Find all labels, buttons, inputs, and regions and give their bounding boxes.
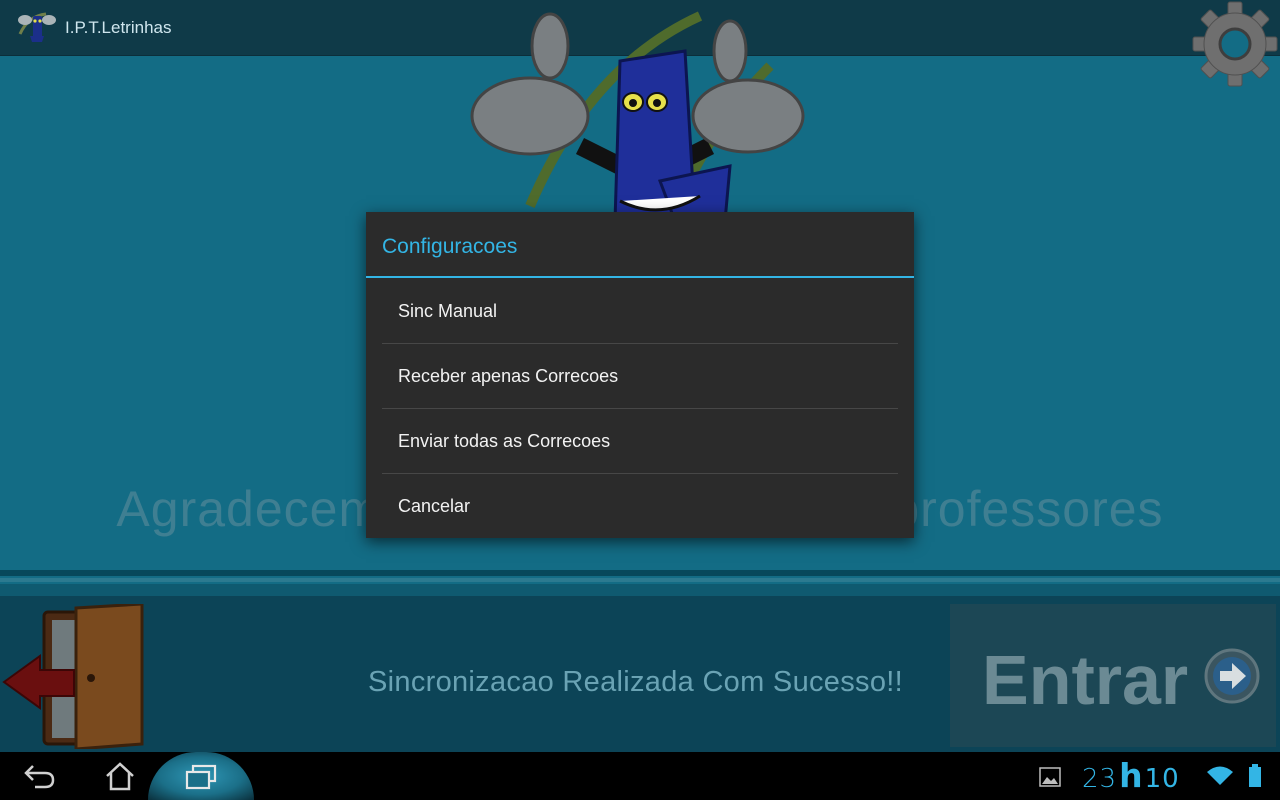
app-title: I.P.T.Letrinhas <box>65 18 172 37</box>
clock-minutes: 10 <box>1144 764 1180 794</box>
gallery-notification-icon[interactable] <box>1039 767 1061 787</box>
enter-button-label: Entrar <box>982 641 1189 719</box>
divider-stripe <box>0 578 1280 582</box>
battery-icon <box>1249 764 1261 787</box>
settings-dialog: Configuracoes Sinc Manual Receber apenas… <box>366 212 914 538</box>
back-icon <box>24 765 55 789</box>
mascot-illustration <box>470 11 805 221</box>
menu-item-label: Sinc Manual <box>398 301 498 321</box>
clock-separator: h <box>1119 756 1143 795</box>
enter-button[interactable]: Entrar <box>950 604 1276 747</box>
arrow-right-icon <box>1204 648 1260 704</box>
divider-stripe <box>0 570 1280 576</box>
back-button[interactable] <box>0 752 80 800</box>
sync-status-message: Sincronizacao Realizada Com Sucesso!! <box>368 666 903 698</box>
menu-item-label: Cancelar <box>398 496 471 516</box>
menu-item-label: Receber apenas Correcoes <box>398 366 619 386</box>
settings-gear-icon[interactable] <box>1190 0 1280 90</box>
status-clock[interactable]: 23 h 10 <box>1082 756 1180 796</box>
divider-stripe <box>0 584 1280 596</box>
home-icon <box>106 762 134 791</box>
recent-apps-icon <box>185 764 217 790</box>
exit-door-icon[interactable] <box>0 604 150 749</box>
menu-item-sinc-manual[interactable]: Sinc Manual <box>382 279 898 344</box>
menu-item-receber-correcoes[interactable]: Receber apenas Correcoes <box>382 344 898 409</box>
menu-item-enviar-correcoes[interactable]: Enviar todas as Correcoes <box>382 409 898 474</box>
wifi-icon <box>1207 766 1233 785</box>
clock-hours: 23 <box>1082 764 1118 794</box>
menu-item-cancelar[interactable]: Cancelar <box>382 474 898 539</box>
dialog-title-divider <box>366 276 914 278</box>
dialog-title: Configuracoes <box>382 235 518 258</box>
app-logo-icon <box>18 12 56 42</box>
menu-item-label: Enviar todas as Correcoes <box>398 431 611 451</box>
